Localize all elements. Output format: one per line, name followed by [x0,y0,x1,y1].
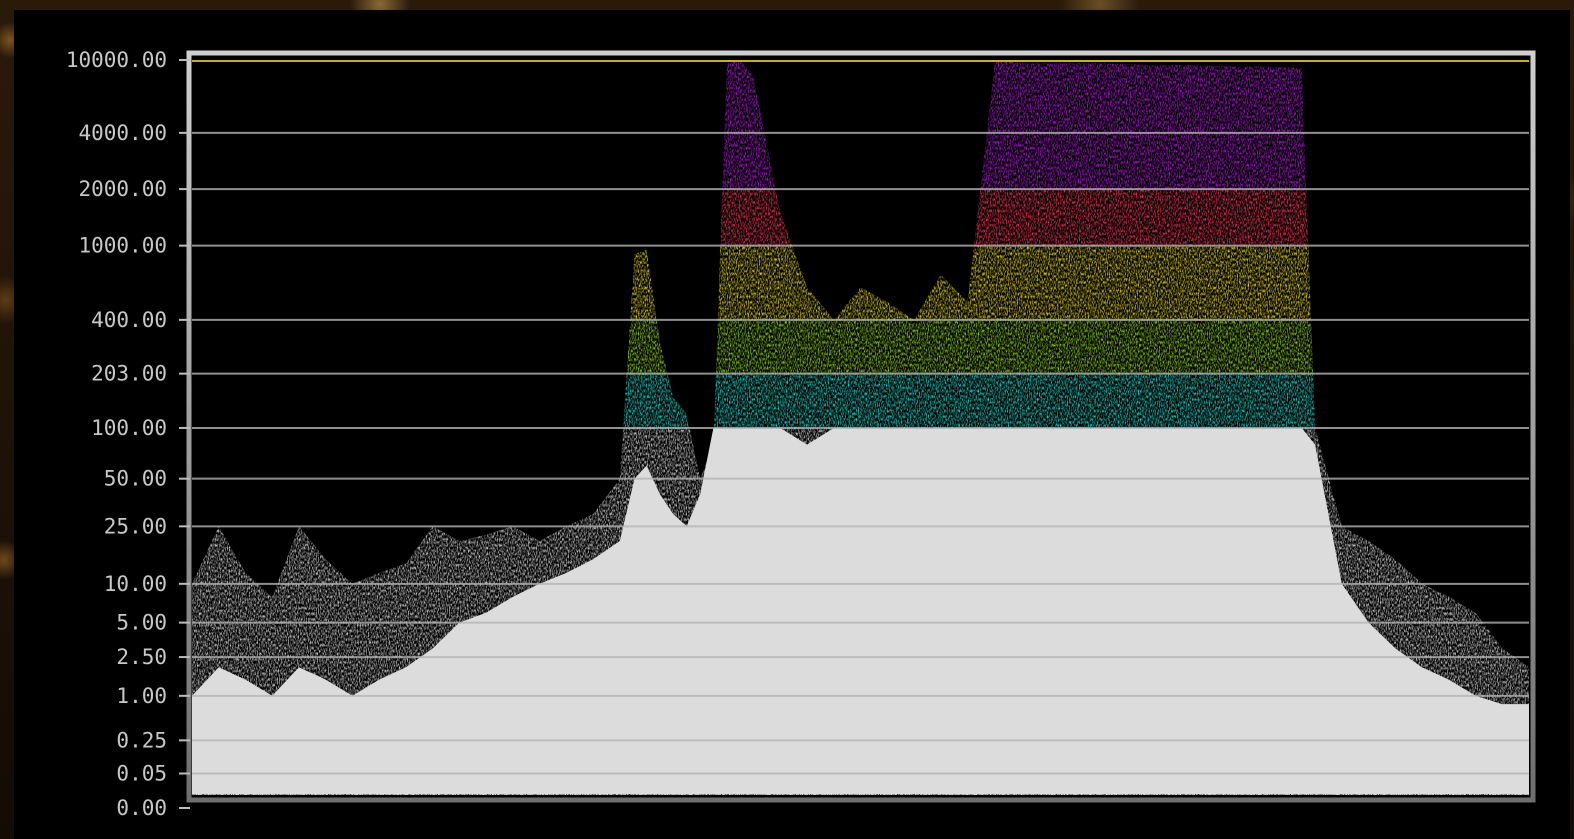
tick-label: 0.05 [116,762,167,786]
tick-label: 10000.00 [66,48,167,72]
tick-label: 25.00 [104,514,167,538]
tick-label: 2000.00 [78,177,167,201]
tick-label: 0.00 [116,796,167,820]
tick-label: 4000.00 [78,121,167,145]
tick-label: 1.00 [116,684,167,708]
tick-label: 0.25 [116,728,167,752]
tick-label: 100.00 [91,416,167,440]
tick-label: 5.00 [116,611,167,635]
tick-label: 203.00 [91,362,167,386]
tick-label: 1000.00 [78,234,167,258]
y-axis-ticks: 10000.00 4000.00 2000.00 1000.00 400.00 203.0… [66,48,190,820]
tick-label: 2.50 [116,645,167,669]
tick-label: 400.00 [91,308,167,332]
tick-label: 10.00 [104,572,167,596]
waveform-scope: 10000.00 4000.00 2000.00 1000.00 400.00 203.0… [14,10,1570,839]
waveform-chart: 10000.00 4000.00 2000.00 1000.00 400.00 203.0… [66,48,1536,820]
tick-label: 50.00 [104,467,167,491]
